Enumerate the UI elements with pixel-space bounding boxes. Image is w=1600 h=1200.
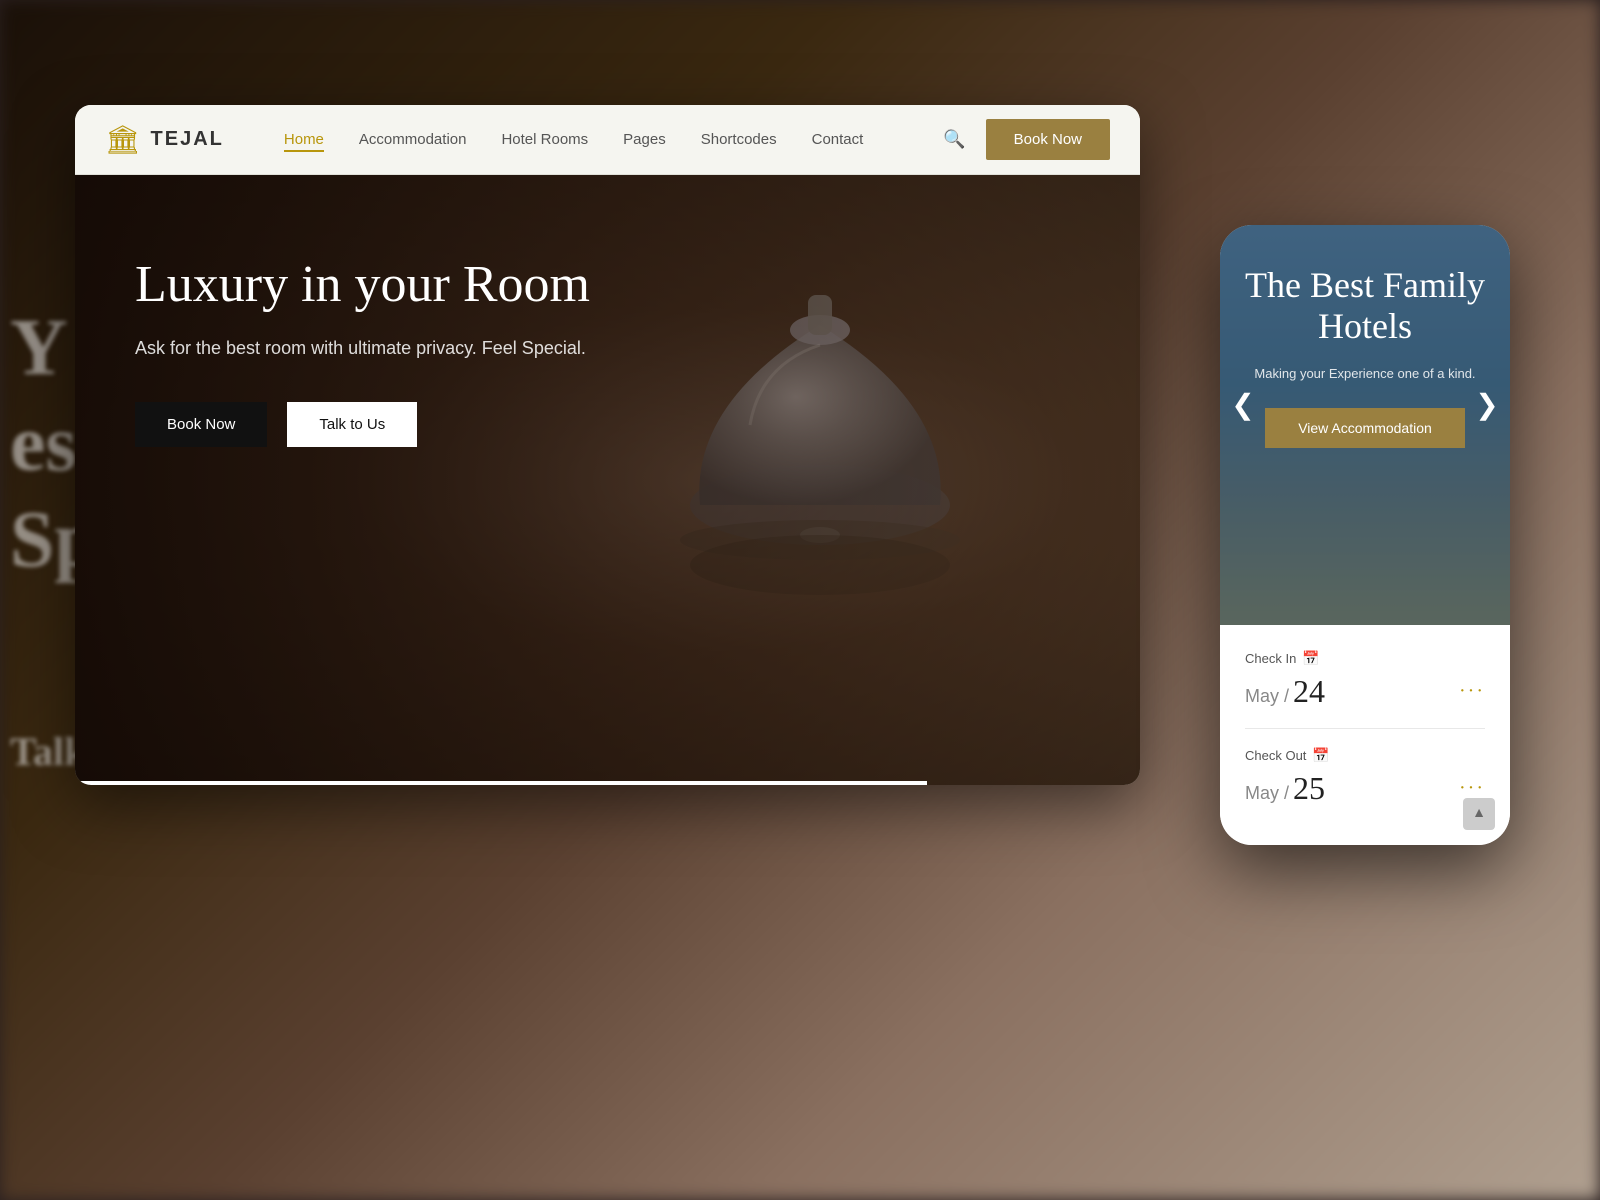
nav-shortcodes[interactable]: Shortcodes — [701, 131, 777, 148]
hero-talk-to-us-button[interactable]: Talk to Us — [287, 402, 417, 447]
checkout-dots[interactable]: ··· — [1459, 777, 1485, 800]
nav-hotel-rooms[interactable]: Hotel Rooms — [501, 131, 588, 148]
checkout-date-row: May / 25 ··· — [1245, 770, 1485, 807]
checkin-date-row: May / 24 ··· — [1245, 673, 1485, 710]
checkin-date: May / 24 — [1245, 673, 1325, 710]
carousel-arrow-right[interactable]: ❯ — [1472, 388, 1502, 422]
mobile-hotel-section: ❮ ❯ The Best Family Hotels Making your E… — [1220, 225, 1510, 625]
checkout-label: Check Out 📅 — [1245, 747, 1485, 764]
mobile-mockup: ❮ ❯ The Best Family Hotels Making your E… — [1220, 225, 1510, 845]
checkin-label: Check In 📅 — [1245, 650, 1485, 667]
logo-text: TEJAL — [151, 128, 224, 151]
nav-accommodation[interactable]: Accommodation — [359, 131, 467, 148]
search-icon[interactable]: 🔍 — [943, 129, 965, 150]
checkin-dots[interactable]: ··· — [1459, 680, 1485, 703]
logo-icon: 🏛 — [105, 123, 141, 157]
carousel-arrow-left[interactable]: ❮ — [1228, 388, 1258, 422]
view-accommodation-button[interactable]: View Accommodation — [1265, 408, 1465, 448]
checkin-field: Check In 📅 May / 24 ··· — [1245, 650, 1485, 729]
scroll-to-top-button[interactable]: ▲ — [1463, 798, 1495, 830]
checkout-calendar-icon: 📅 — [1312, 747, 1329, 764]
logo-area: 🏛 TEJAL — [105, 123, 224, 157]
mobile-hotel-content: The Best Family Hotels Making your Exper… — [1220, 225, 1510, 468]
mobile-hotel-title: The Best Family Hotels — [1240, 265, 1490, 348]
checkout-label-text: Check Out — [1245, 748, 1306, 763]
hero-book-now-button[interactable]: Book Now — [135, 402, 267, 447]
hero-section: Luxury in your Room Ask for the best roo… — [75, 175, 1140, 785]
checkin-calendar-icon: 📅 — [1302, 650, 1319, 667]
hero-content: Luxury in your Room Ask for the best roo… — [75, 175, 675, 527]
checkin-label-text: Check In — [1245, 651, 1296, 666]
checkout-month: May / — [1245, 783, 1289, 803]
checkout-date: May / 25 — [1245, 770, 1325, 807]
nav-home[interactable]: Home — [284, 131, 324, 148]
browser-window: 🏛 TEJAL Home Accommodation Hotel Rooms P… — [75, 105, 1140, 785]
checkout-field: Check Out 📅 May / 25 ··· — [1245, 747, 1485, 825]
navbar-book-now-button[interactable]: Book Now — [986, 119, 1110, 160]
nav-contact[interactable]: Contact — [812, 131, 864, 148]
hero-progress-bar — [75, 781, 927, 785]
hero-subtitle: Ask for the best room with ultimate priv… — [135, 335, 615, 362]
checkin-day: 24 — [1293, 673, 1325, 709]
hero-buttons: Book Now Talk to Us — [135, 402, 615, 447]
navbar: 🏛 TEJAL Home Accommodation Hotel Rooms P… — [75, 105, 1140, 175]
checkin-month: May / — [1245, 686, 1289, 706]
nav-links: Home Accommodation Hotel Rooms Pages Sho… — [284, 131, 943, 148]
hero-title: Luxury in your Room — [135, 255, 615, 315]
nav-pages[interactable]: Pages — [623, 131, 666, 148]
mobile-hotel-subtitle: Making your Experience one of a kind. — [1240, 364, 1490, 384]
checkout-day: 25 — [1293, 770, 1325, 806]
